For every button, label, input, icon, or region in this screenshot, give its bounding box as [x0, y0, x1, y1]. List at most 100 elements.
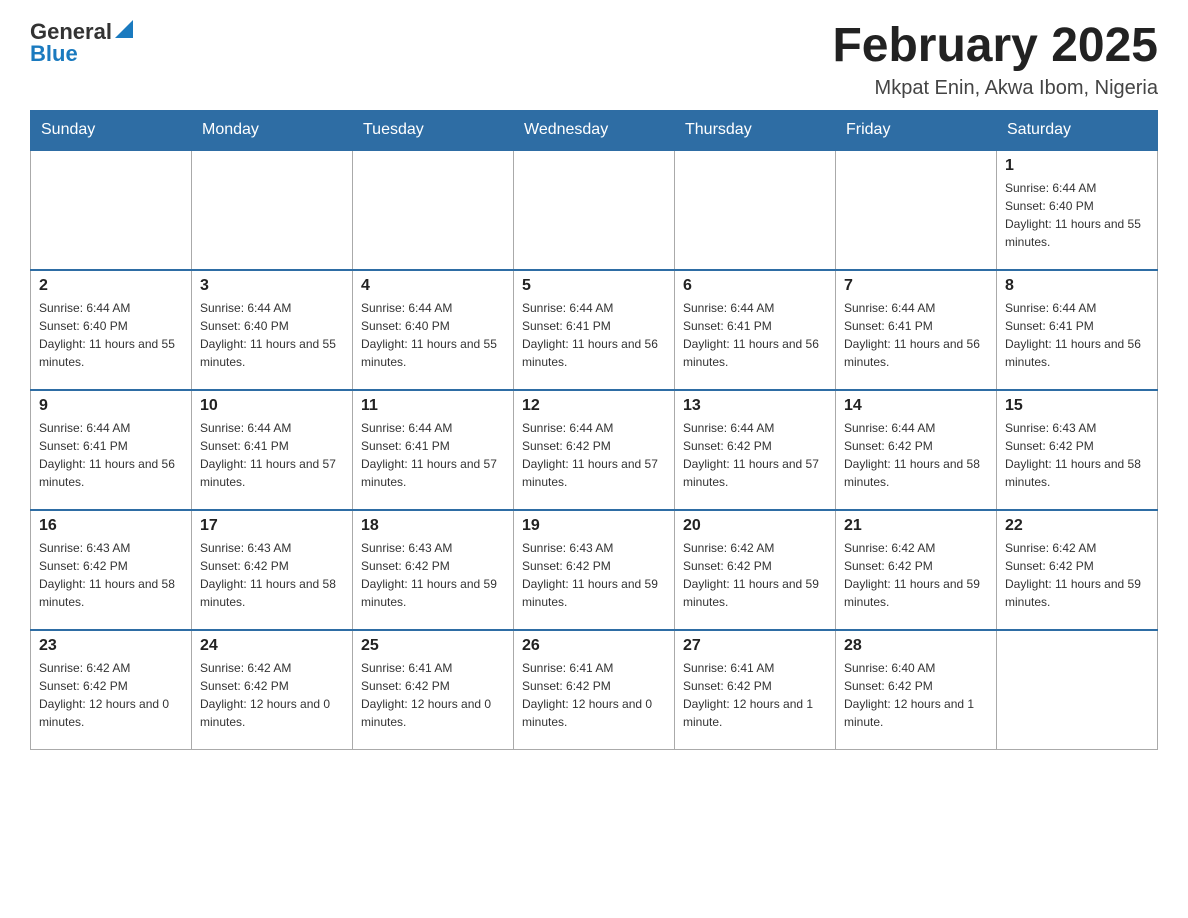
logo-blue-text: Blue: [30, 41, 78, 66]
day-number: 23: [39, 637, 183, 655]
day-info: Sunrise: 6:44 AM Sunset: 6:41 PM Dayligh…: [683, 299, 827, 371]
day-number: 18: [361, 517, 505, 535]
header-sunday: Sunday: [31, 110, 192, 150]
day-number: 16: [39, 517, 183, 535]
calendar-cell: 27Sunrise: 6:41 AM Sunset: 6:42 PM Dayli…: [675, 630, 836, 750]
day-number: 3: [200, 277, 344, 295]
calendar-cell: [353, 150, 514, 270]
calendar-cell: 15 Sunrise: 6:43 AM Sunset: 6:42 PM Dayli…: [997, 390, 1158, 510]
calendar-cell: 4 Sunrise: 6:44 AM Sunset: 6:40 PM Daylig…: [353, 270, 514, 390]
day-number: 10: [200, 397, 344, 415]
calendar-cell: 19Sunrise: 6:43 AM Sunset: 6:42 PM Dayli…: [514, 510, 675, 630]
calendar-cell: 18Sunrise: 6:43 AM Sunset: 6:42 PM Dayli…: [353, 510, 514, 630]
day-info: Sunrise: 6:44 AM Sunset: 6:42 PM Dayligh…: [844, 419, 988, 491]
day-info: Sunrise: 6:42 AM Sunset: 6:42 PM Dayligh…: [844, 539, 988, 611]
day-number: 25: [361, 637, 505, 655]
calendar-cell: [514, 150, 675, 270]
calendar-cell: [836, 150, 997, 270]
day-number: 28: [844, 637, 988, 655]
day-number: 21: [844, 517, 988, 535]
day-info: Sunrise: 6:44 AM Sunset: 6:40 PM Dayligh…: [200, 299, 344, 371]
calendar-cell: 16 Sunrise: 6:43 AM Sunset: 6:42 PM Dayli…: [31, 510, 192, 630]
day-number: 9: [39, 397, 183, 415]
calendar-cell: 3 Sunrise: 6:44 AM Sunset: 6:40 PM Daylig…: [192, 270, 353, 390]
calendar-cell: 20 Sunrise: 6:42 AM Sunset: 6:42 PM Dayli…: [675, 510, 836, 630]
day-number: 11: [361, 397, 505, 415]
day-number: 2: [39, 277, 183, 295]
calendar-cell: 2 Sunrise: 6:44 AM Sunset: 6:40 PM Daylig…: [31, 270, 192, 390]
weekday-header-row: Sunday Monday Tuesday Wednesday Thursday…: [31, 110, 1158, 150]
day-info: Sunrise: 6:44 AM Sunset: 6:41 PM Dayligh…: [1005, 299, 1149, 371]
day-info: Sunrise: 6:44 AM Sunset: 6:41 PM Dayligh…: [39, 419, 183, 491]
day-info: Sunrise: 6:41 AM Sunset: 6:42 PM Dayligh…: [522, 659, 666, 731]
week-row-3: 9 Sunrise: 6:44 AM Sunset: 6:41 PM Daylig…: [31, 390, 1158, 510]
day-number: 20: [683, 517, 827, 535]
calendar-cell: 24 Sunrise: 6:42 AM Sunset: 6:42 PM Dayli…: [192, 630, 353, 750]
calendar-cell: 6 Sunrise: 6:44 AM Sunset: 6:41 PM Daylig…: [675, 270, 836, 390]
location-subtitle: Mkpat Enin, Akwa Ibom, Nigeria: [832, 77, 1158, 100]
calendar-cell: 10 Sunrise: 6:44 AM Sunset: 6:41 PM Dayli…: [192, 390, 353, 510]
day-info: Sunrise: 6:41 AM Sunset: 6:42 PM Dayligh…: [683, 659, 827, 731]
week-row-4: 16 Sunrise: 6:43 AM Sunset: 6:42 PM Dayli…: [31, 510, 1158, 630]
day-info: Sunrise: 6:43 AM Sunset: 6:42 PM Dayligh…: [200, 539, 344, 611]
day-number: 24: [200, 637, 344, 655]
day-number: 22: [1005, 517, 1149, 535]
day-number: 12: [522, 397, 666, 415]
logo-triangle-icon: [115, 20, 133, 43]
header-tuesday: Tuesday: [353, 110, 514, 150]
calendar-cell: 12 Sunrise: 6:44 AM Sunset: 6:42 PM Dayli…: [514, 390, 675, 510]
day-info: Sunrise: 6:44 AM Sunset: 6:41 PM Dayligh…: [522, 299, 666, 371]
header-friday: Friday: [836, 110, 997, 150]
day-number: 14: [844, 397, 988, 415]
calendar-cell: 13 Sunrise: 6:44 AM Sunset: 6:42 PM Dayli…: [675, 390, 836, 510]
calendar-cell: 7 Sunrise: 6:44 AM Sunset: 6:41 PM Daylig…: [836, 270, 997, 390]
calendar-cell: [31, 150, 192, 270]
day-info: Sunrise: 6:44 AM Sunset: 6:40 PM Dayligh…: [361, 299, 505, 371]
day-info: Sunrise: 6:42 AM Sunset: 6:42 PM Dayligh…: [200, 659, 344, 731]
week-row-1: 1Sunrise: 6:44 AM Sunset: 6:40 PM Daylig…: [31, 150, 1158, 270]
calendar-cell: 25 Sunrise: 6:41 AM Sunset: 6:42 PM Dayli…: [353, 630, 514, 750]
calendar-title-area: February 2025 Mkpat Enin, Akwa Ibom, Nig…: [832, 20, 1158, 100]
week-row-2: 2 Sunrise: 6:44 AM Sunset: 6:40 PM Daylig…: [31, 270, 1158, 390]
day-info: Sunrise: 6:41 AM Sunset: 6:42 PM Dayligh…: [361, 659, 505, 731]
day-number: 15: [1005, 397, 1149, 415]
day-info: Sunrise: 6:44 AM Sunset: 6:41 PM Dayligh…: [200, 419, 344, 491]
page-header: General Blue February 2025 Mkpat Enin, A…: [30, 20, 1158, 100]
calendar-cell: 14 Sunrise: 6:44 AM Sunset: 6:42 PM Dayli…: [836, 390, 997, 510]
day-number: 5: [522, 277, 666, 295]
logo: General Blue: [30, 20, 133, 66]
calendar-cell: 17 Sunrise: 6:43 AM Sunset: 6:42 PM Dayli…: [192, 510, 353, 630]
day-number: 6: [683, 277, 827, 295]
calendar-table: Sunday Monday Tuesday Wednesday Thursday…: [30, 110, 1158, 751]
calendar-cell: 22Sunrise: 6:42 AM Sunset: 6:42 PM Dayli…: [997, 510, 1158, 630]
calendar-cell: [997, 630, 1158, 750]
logo-general-text: General: [30, 21, 112, 43]
calendar-cell: 8Sunrise: 6:44 AM Sunset: 6:41 PM Daylig…: [997, 270, 1158, 390]
day-info: Sunrise: 6:44 AM Sunset: 6:41 PM Dayligh…: [844, 299, 988, 371]
day-number: 13: [683, 397, 827, 415]
day-info: Sunrise: 6:44 AM Sunset: 6:40 PM Dayligh…: [39, 299, 183, 371]
day-number: 7: [844, 277, 988, 295]
day-info: Sunrise: 6:42 AM Sunset: 6:42 PM Dayligh…: [683, 539, 827, 611]
day-info: Sunrise: 6:42 AM Sunset: 6:42 PM Dayligh…: [39, 659, 183, 731]
day-info: Sunrise: 6:44 AM Sunset: 6:42 PM Dayligh…: [522, 419, 666, 491]
calendar-cell: 23 Sunrise: 6:42 AM Sunset: 6:42 PM Dayli…: [31, 630, 192, 750]
day-info: Sunrise: 6:43 AM Sunset: 6:42 PM Dayligh…: [39, 539, 183, 611]
day-info: Sunrise: 6:44 AM Sunset: 6:41 PM Dayligh…: [361, 419, 505, 491]
header-thursday: Thursday: [675, 110, 836, 150]
calendar-cell: [675, 150, 836, 270]
day-info: Sunrise: 6:44 AM Sunset: 6:40 PM Dayligh…: [1005, 179, 1149, 251]
calendar-cell: 28Sunrise: 6:40 AM Sunset: 6:42 PM Dayli…: [836, 630, 997, 750]
day-number: 4: [361, 277, 505, 295]
calendar-cell: 21 Sunrise: 6:42 AM Sunset: 6:42 PM Dayli…: [836, 510, 997, 630]
month-title: February 2025: [832, 20, 1158, 73]
calendar-cell: [192, 150, 353, 270]
calendar-cell: 1Sunrise: 6:44 AM Sunset: 6:40 PM Daylig…: [997, 150, 1158, 270]
day-info: Sunrise: 6:44 AM Sunset: 6:42 PM Dayligh…: [683, 419, 827, 491]
day-info: Sunrise: 6:43 AM Sunset: 6:42 PM Dayligh…: [1005, 419, 1149, 491]
day-number: 19: [522, 517, 666, 535]
header-saturday: Saturday: [997, 110, 1158, 150]
day-number: 17: [200, 517, 344, 535]
week-row-5: 23 Sunrise: 6:42 AM Sunset: 6:42 PM Dayli…: [31, 630, 1158, 750]
calendar-cell: 26Sunrise: 6:41 AM Sunset: 6:42 PM Dayli…: [514, 630, 675, 750]
